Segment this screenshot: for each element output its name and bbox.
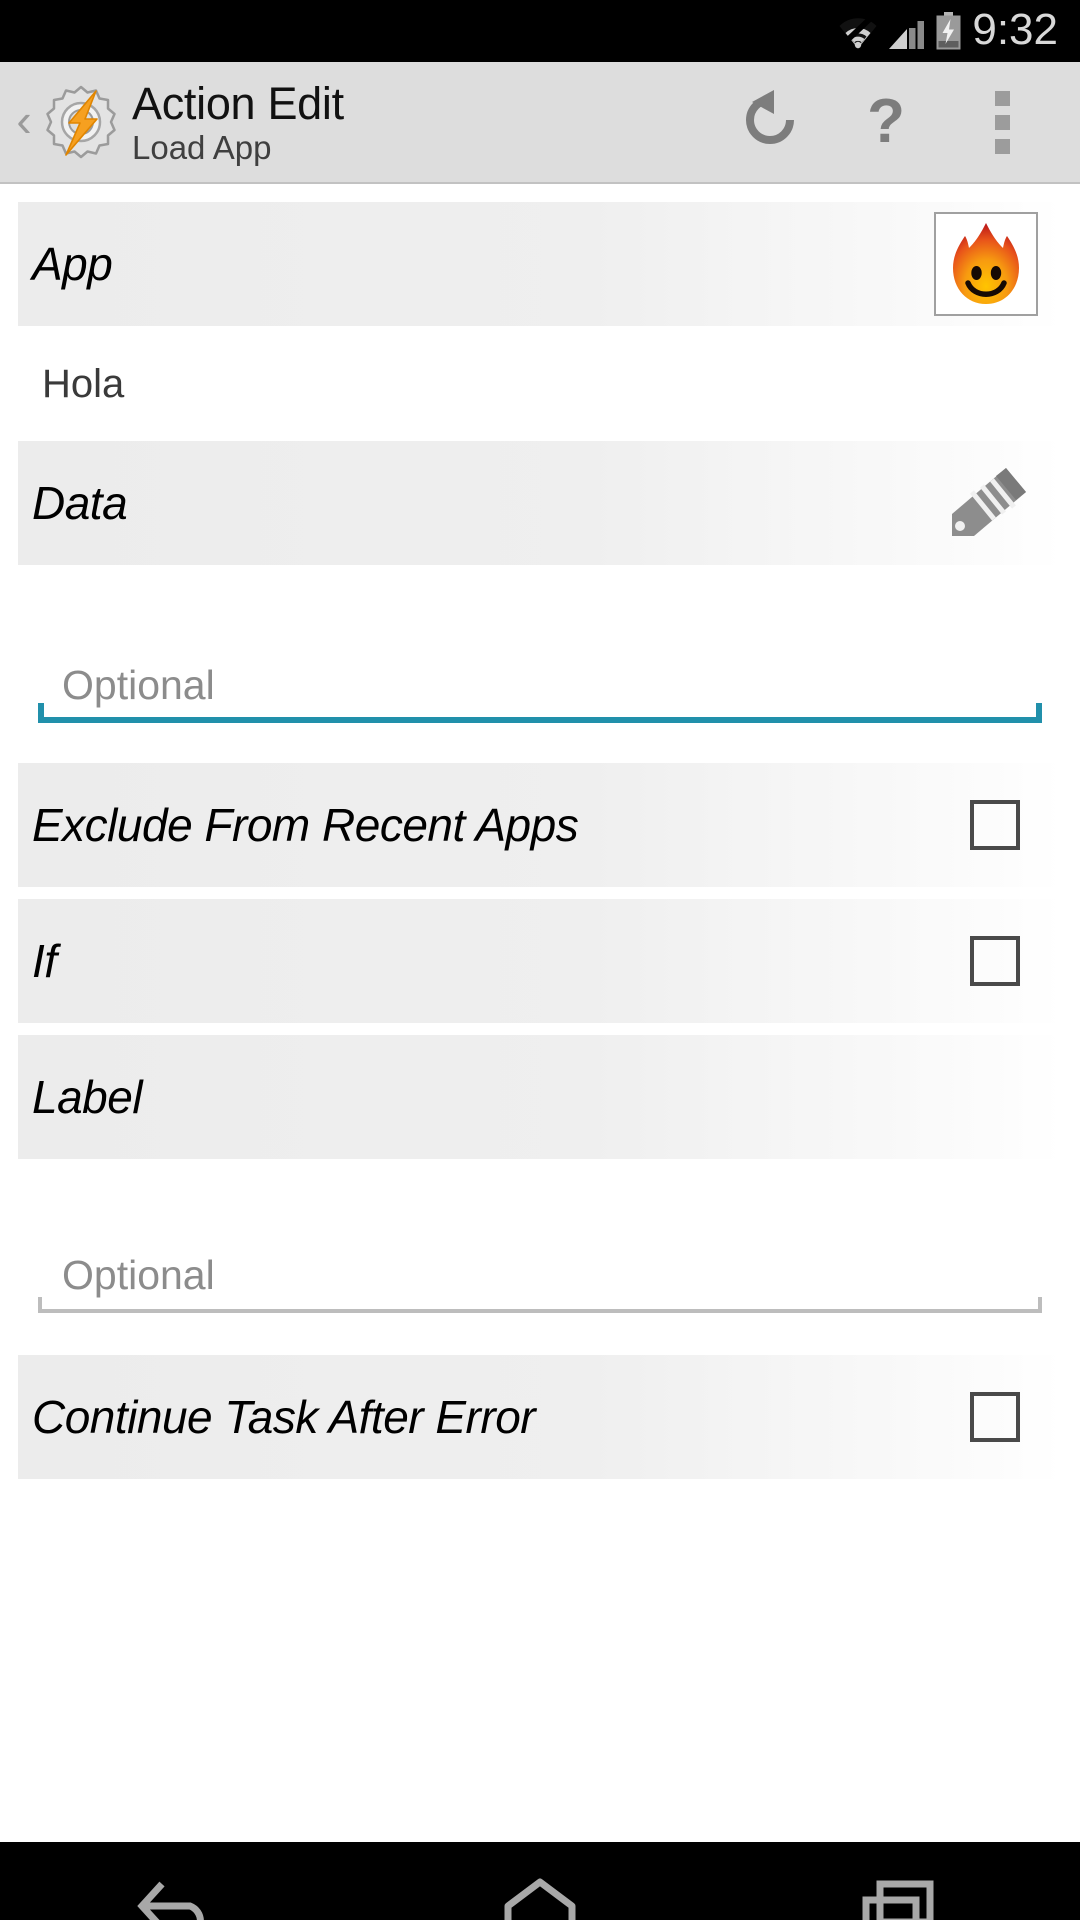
wifi-icon [837,14,879,50]
system-navigation-bar [0,1842,1080,1920]
continue-task-after-error-label: Continue Task After Error [32,1391,536,1443]
app-row[interactable]: App [18,202,1062,326]
recent-apps-nav-icon [852,1874,948,1920]
app-value-text[interactable]: Hola [0,326,1080,441]
phone-screen: 9:32 ‹ Action Edit Load App ? App Hola D… [0,0,1080,1920]
help-button[interactable]: ? [828,72,944,172]
label-row-label: Label [32,1071,143,1123]
data-input-underline [38,703,1042,723]
cellular-signal-icon [888,16,926,50]
battery-charging-icon [935,12,962,50]
page-title: Action Edit [132,77,344,129]
if-row[interactable]: If [18,899,1062,1023]
label-row[interactable]: Label [18,1035,1062,1159]
home-nav-button[interactable] [440,1857,640,1920]
back-nav-icon [132,1874,228,1920]
tasker-logo-icon [42,83,120,161]
label-input-field[interactable]: Optional [38,1195,1042,1313]
data-row[interactable]: Data [18,441,1062,565]
exclude-from-recent-apps-checkbox[interactable] [970,800,1020,850]
label-input-placeholder: Optional [62,1252,215,1298]
status-bar: 9:32 [0,0,1080,62]
exclude-from-recent-apps-row[interactable]: Exclude From Recent Apps [18,763,1062,887]
overflow-menu-button[interactable] [944,72,1060,172]
continue-task-after-error-checkbox[interactable] [970,1392,1020,1442]
hola-flame-app-icon[interactable] [934,212,1038,316]
action-bar: ‹ Action Edit Load App ? [0,62,1080,184]
pencil-edit-icon[interactable] [944,466,1028,540]
page-subtitle: Load App [132,128,272,166]
form-content: App Hola Data Optional Exclude From Rece… [0,184,1080,1842]
status-bar-icons [837,12,962,50]
status-bar-clock: 9:32 [972,5,1058,54]
help-icon: ? [867,87,905,156]
data-input-placeholder: Optional [62,662,215,708]
data-row-label: Data [32,477,128,529]
reset-button[interactable] [712,72,828,172]
action-bar-actions: ? [712,72,1060,172]
overflow-menu-icon [994,90,1010,154]
if-checkbox[interactable] [970,936,1020,986]
action-bar-titles: Action Edit Load App [132,79,712,166]
continue-task-after-error-row[interactable]: Continue Task After Error [18,1355,1062,1479]
back-nav-button[interactable] [80,1857,280,1920]
if-row-label: If [32,935,57,987]
exclude-from-recent-apps-label: Exclude From Recent Apps [32,799,579,851]
reset-icon [738,88,802,157]
up-navigation-icon[interactable]: ‹ [6,97,42,143]
data-input-field[interactable]: Optional [38,603,1042,723]
home-nav-icon [492,1874,588,1920]
recent-apps-nav-button[interactable] [800,1857,1000,1920]
label-input-underline [38,1297,1042,1313]
app-row-label: App [32,238,113,290]
